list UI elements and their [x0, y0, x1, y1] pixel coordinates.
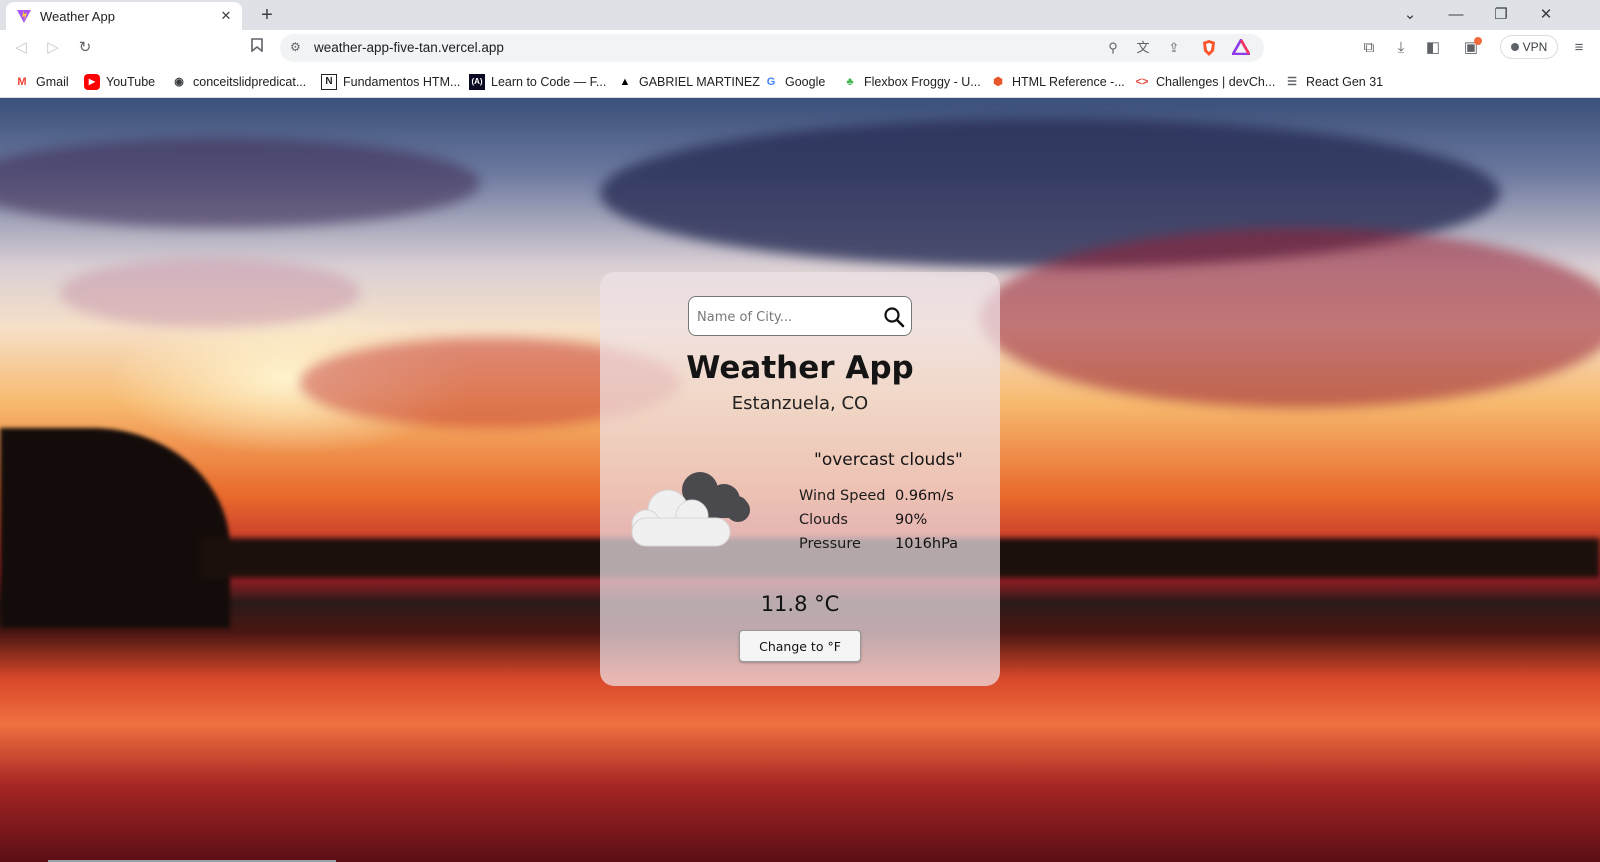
bookmark-flexbox-froggy[interactable]: ♣ Flexbox Froggy - U...	[842, 72, 980, 92]
bookmark-conceitslid[interactable]: ◉ conceitslidpredicat...	[171, 72, 306, 92]
page-background: Weather App Estanzuela, CO "overcast clo…	[0, 98, 1600, 862]
overcast-clouds-icon	[631, 472, 750, 547]
temperature-display: 11.8 °C	[760, 592, 840, 616]
brave-shield-icon[interactable]	[1200, 39, 1218, 57]
location-pin-icon[interactable]: ⚲	[1104, 39, 1122, 57]
gmail-icon: M	[17, 76, 27, 88]
bookmark-gabriel-martinez[interactable]: ▲ GABRIEL MARTINEZ	[617, 72, 760, 92]
google-icon: G	[766, 76, 776, 88]
city-search-input[interactable]	[695, 305, 879, 329]
minimize-icon[interactable]: —	[1442, 4, 1470, 26]
tab-strip: Weather App ✕ + ⌄ — ❐ ✕	[0, 0, 1600, 30]
stat-value: 1016hPa	[895, 536, 959, 552]
weather-stats: Wind Speed 0.96m/s Clouds 90% Pressure 1…	[799, 488, 958, 560]
stat-row-pressure: Pressure 1016hPa	[799, 536, 958, 560]
document-icon: ☰	[1287, 76, 1297, 88]
vpn-button[interactable]: VPN	[1500, 35, 1558, 59]
bookmark-gmail[interactable]: M Gmail	[14, 72, 68, 92]
change-unit-button[interactable]: Change to °F	[739, 630, 861, 662]
background-cloud	[980, 228, 1600, 408]
stat-label: Wind Speed	[799, 488, 886, 504]
browser-tab[interactable]: Weather App ✕	[6, 2, 242, 30]
background-cloud	[0, 138, 480, 228]
freecodecamp-icon: (A)	[469, 74, 485, 90]
tree-silhouette	[0, 428, 230, 628]
back-icon[interactable]: ◁	[10, 37, 32, 59]
stat-value: 90%	[895, 512, 928, 528]
forward-icon[interactable]: ▷	[42, 37, 64, 59]
url-text: weather-app-five-tan.vercel.app	[314, 40, 504, 55]
bookmark-freecodecamp[interactable]: (A) Learn to Code — F...	[469, 72, 606, 92]
notion-icon: N	[321, 74, 337, 90]
menu-icon[interactable]: ≡	[1568, 37, 1590, 59]
bookmark-html-reference[interactable]: ⬢ HTML Reference -...	[990, 72, 1125, 92]
bookmark-icon[interactable]	[246, 37, 268, 59]
site-info-icon[interactable]: ⚙	[290, 40, 306, 56]
devchallenges-icon: <>	[1135, 76, 1149, 88]
globe-icon: ◉	[174, 76, 184, 88]
search-icon[interactable]	[883, 306, 905, 328]
youtube-icon: ▶	[84, 74, 100, 90]
new-tab-icon[interactable]: +	[256, 4, 278, 26]
downloads-icon[interactable]: ⤓	[1390, 37, 1412, 59]
weather-card: Weather App Estanzuela, CO "overcast clo…	[600, 272, 1000, 686]
translate-icon[interactable]: 文	[1134, 39, 1152, 57]
bookmarks-bar: M Gmail ▶ YouTube ◉ conceitslidpredicat.…	[0, 66, 1600, 98]
city-search-box	[688, 296, 912, 336]
tab-search-chevron-icon[interactable]: ⌄	[1396, 4, 1424, 26]
vpn-status-icon	[1510, 43, 1519, 51]
vite-favicon-icon	[17, 10, 31, 23]
restore-icon[interactable]: ❐	[1487, 4, 1515, 26]
brave-rewards-icon[interactable]	[1230, 37, 1252, 57]
frog-icon: ♣	[846, 76, 854, 88]
address-bar[interactable]: ⚙ weather-app-five-tan.vercel.app ⚲ 文 ⇪	[280, 34, 1264, 62]
tab-title: Weather App	[40, 8, 115, 24]
share-icon[interactable]: ⇪	[1165, 39, 1183, 57]
triangle-icon: ▲	[619, 76, 631, 88]
stat-value: 0.96m/s	[895, 488, 954, 504]
bookmark-google[interactable]: G Google	[763, 72, 826, 92]
location-label: Estanzuela, CO	[731, 393, 869, 414]
vpn-label: VPN	[1522, 40, 1548, 54]
sidebar-icon[interactable]: ◧	[1422, 37, 1444, 59]
wallet-icon[interactable]: ▣	[1460, 37, 1482, 59]
reload-icon[interactable]: ↻	[74, 37, 96, 59]
bookmark-devchallenges[interactable]: <> Challenges | devCh...	[1134, 72, 1276, 92]
tab-close-icon[interactable]: ✕	[218, 8, 234, 24]
stat-row-wind: Wind Speed 0.96m/s	[799, 488, 958, 512]
stat-row-clouds: Clouds 90%	[799, 512, 958, 536]
close-window-icon[interactable]: ✕	[1532, 4, 1560, 26]
bookmark-youtube[interactable]: ▶ YouTube	[84, 72, 155, 92]
stat-label: Pressure	[799, 536, 861, 552]
bookmark-fundamentos[interactable]: N Fundamentos HTM...	[321, 72, 460, 92]
extensions-icon[interactable]: ⧉	[1358, 37, 1380, 59]
app-title: Weather App	[686, 350, 914, 386]
weather-description: "overcast clouds"	[814, 450, 963, 470]
bookmark-react-gen[interactable]: ☰ React Gen 31	[1284, 72, 1383, 92]
html-reference-icon: ⬢	[993, 76, 1003, 88]
stat-label: Clouds	[799, 512, 848, 528]
background-cloud	[60, 258, 360, 328]
browser-toolbar: ◁ ▷ ↻ ⚙ weather-app-five-tan.vercel.app …	[0, 30, 1600, 66]
